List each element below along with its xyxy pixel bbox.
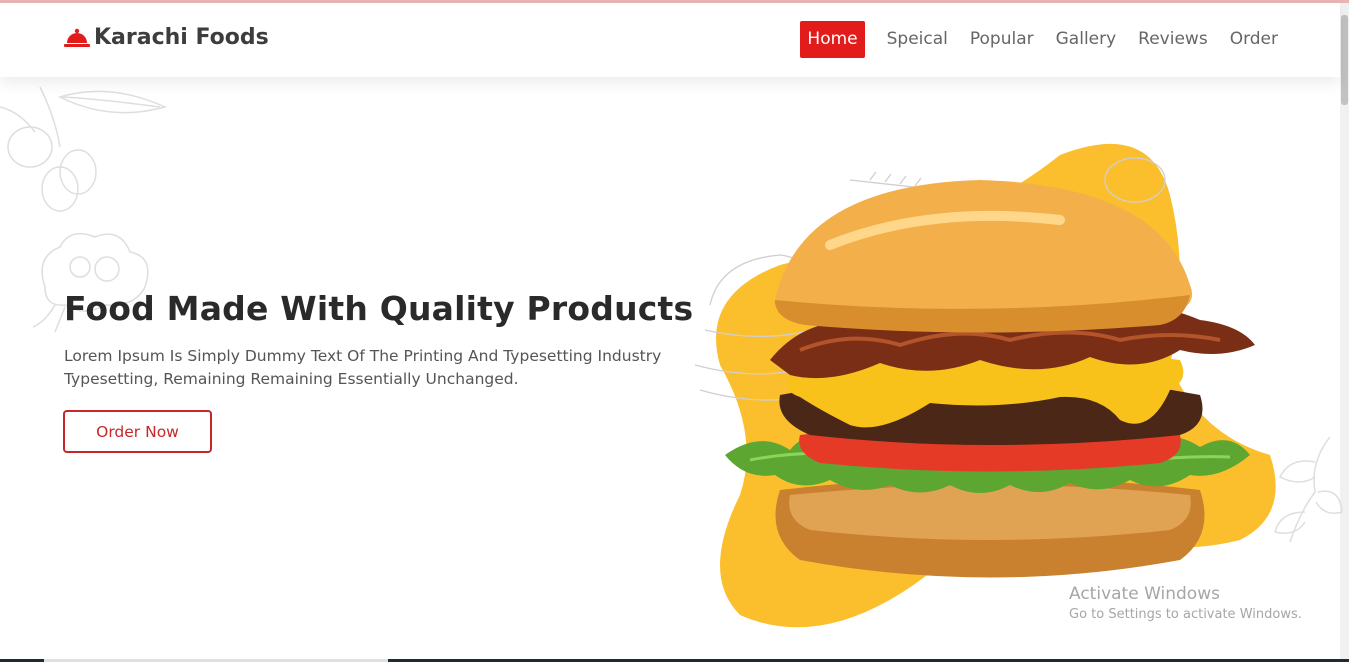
order-now-button[interactable]: Order Now [63, 410, 212, 453]
brand-logo[interactable]: Karachi Foods [64, 25, 269, 50]
nav-home[interactable]: Home [800, 21, 865, 58]
nav-popular[interactable]: Popular [970, 21, 1034, 58]
main-nav: Home Speical Popular Gallery Reviews Ord… [800, 21, 1278, 58]
hero-title: Food Made With Quality Products [64, 289, 694, 328]
nav-order[interactable]: Order [1230, 21, 1278, 58]
windows-activation-watermark: Activate Windows Go to Settings to activ… [1069, 583, 1302, 625]
watermark-subtitle: Go to Settings to activate Windows. [1069, 607, 1302, 622]
page-scrollbar[interactable] [1340, 3, 1349, 662]
nav-speical[interactable]: Speical [887, 21, 948, 58]
cloche-icon [64, 28, 90, 47]
burger-image [694, 143, 1276, 628]
olive-sketch-icon [0, 86, 168, 212]
nav-reviews[interactable]: Reviews [1138, 21, 1208, 58]
hero-description: Lorem Ipsum Is Simply Dummy Text Of The … [64, 347, 662, 388]
watermark-title: Activate Windows [1069, 584, 1220, 604]
brand-name: Karachi Foods [94, 25, 269, 50]
nav-gallery[interactable]: Gallery [1056, 21, 1117, 58]
scrollbar-thumb[interactable] [1341, 15, 1348, 105]
hero-section: Food Made With Quality Products Lorem Ip… [0, 77, 1343, 662]
site-header: Karachi Foods Home Speical Popular Galle… [0, 3, 1340, 77]
